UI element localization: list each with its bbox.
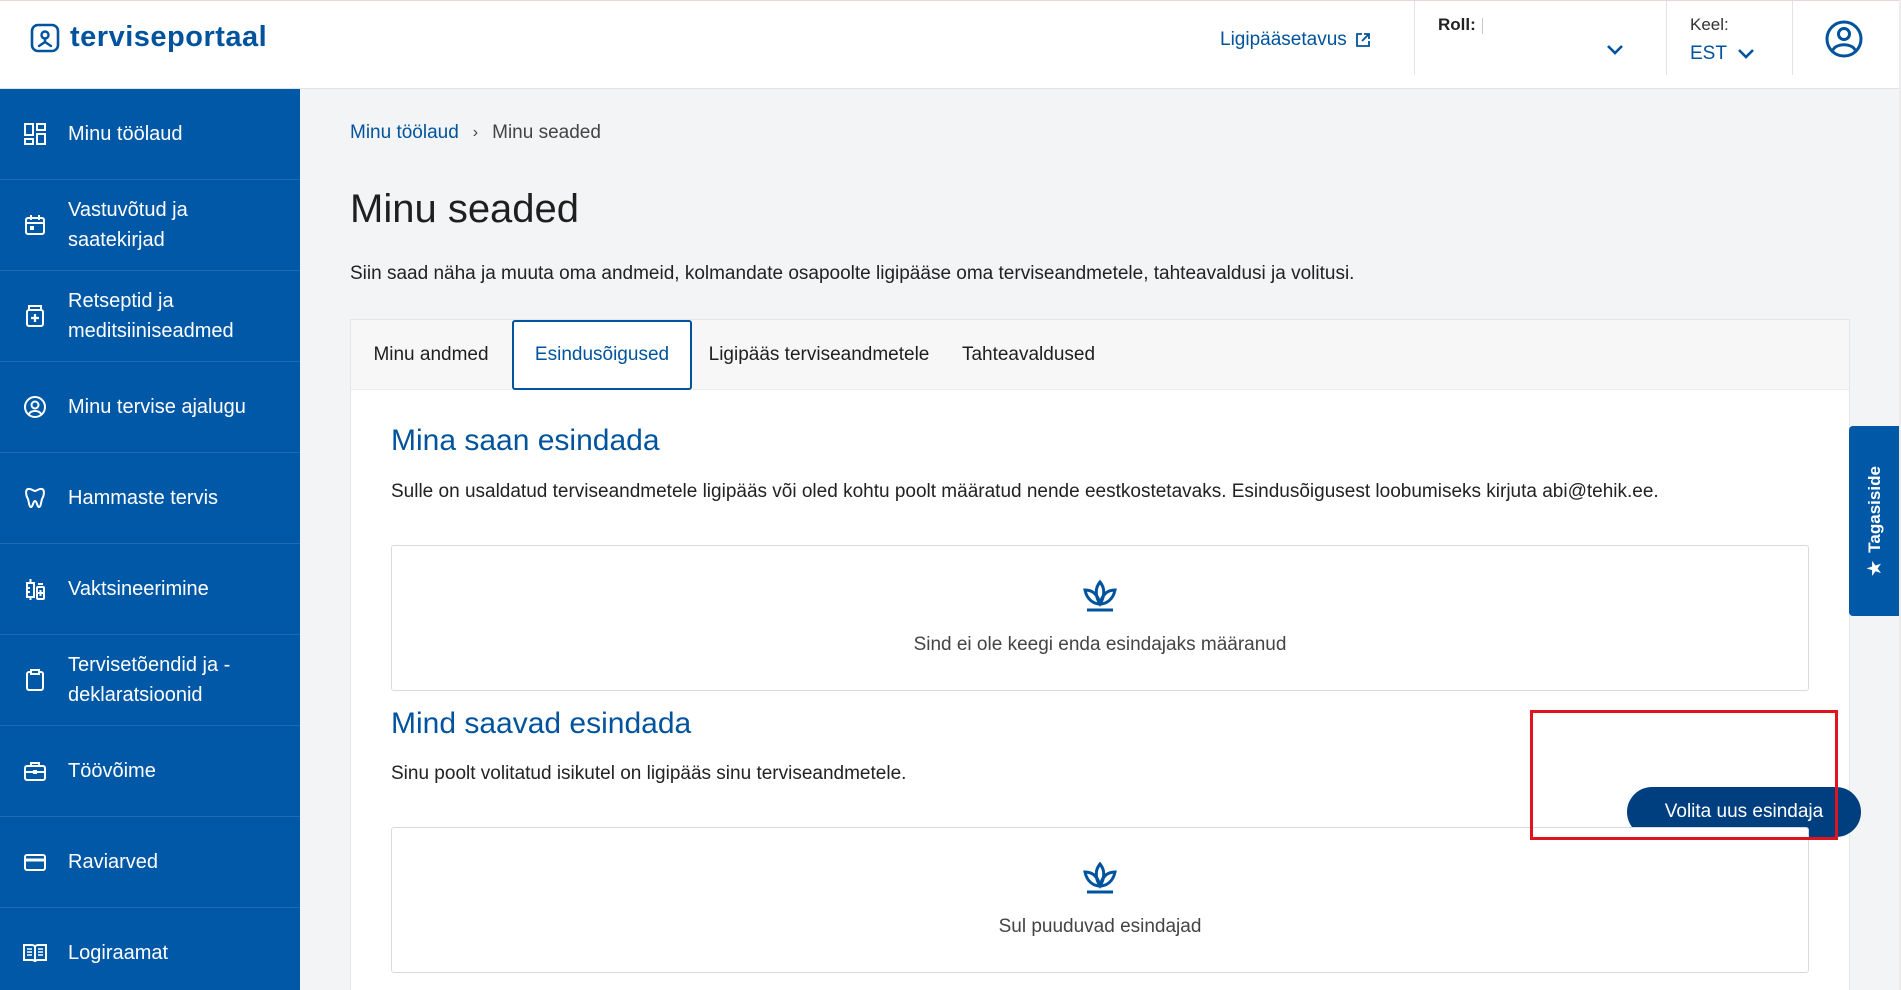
empty-state-box: Sind ei ole keegi enda esindajaks määran… bbox=[391, 545, 1809, 691]
logo[interactable]: terviseportaal bbox=[30, 21, 267, 54]
sidebar-item-label: Vaktsineerimine bbox=[68, 578, 209, 600]
brand-name: terviseportaal bbox=[70, 21, 268, 53]
prescription-icon bbox=[22, 303, 48, 329]
settings-card: Minu andmed Esindusõigused Ligipääs terv… bbox=[350, 319, 1861, 990]
external-link-icon bbox=[1355, 33, 1370, 47]
tab-my-data[interactable]: Minu andmed bbox=[351, 320, 511, 390]
sidebar-item-logbook[interactable]: Logiraamat bbox=[0, 908, 300, 990]
page-intro: Siin saad näha ja muuta oma andmeid, kol… bbox=[350, 263, 1355, 284]
empty-state-message: Sul puuduvad esindajad bbox=[998, 916, 1202, 937]
section-title-can-represent-me: Mind saavad esindada bbox=[391, 707, 692, 740]
top-header: terviseportaal Ligipääsetavus Roll: Keel… bbox=[0, 0, 1901, 89]
sidebar-item-invoices[interactable]: Raviarved bbox=[0, 817, 300, 908]
book-icon bbox=[22, 940, 48, 966]
breadcrumb: Minu töölaud › Minu seaded bbox=[350, 122, 601, 144]
sidebar-item-label: Vastuvõtud ja saatekirjad bbox=[68, 199, 188, 251]
briefcase-icon bbox=[22, 758, 48, 784]
empty-state-box: Sul puuduvad esindajad bbox=[391, 827, 1809, 973]
star-icon: ★ bbox=[1865, 560, 1884, 576]
tooth-icon bbox=[22, 485, 48, 511]
user-account-icon[interactable] bbox=[1824, 19, 1864, 59]
sidebar-item-work-ability[interactable]: Töövõime bbox=[0, 726, 300, 817]
section-text-can-represent-me: Sinu poolt volitatud isikutel on ligipää… bbox=[391, 763, 907, 784]
header-divider bbox=[1666, 1, 1667, 75]
sidebar-item-label: Minu tervise ajalugu bbox=[68, 396, 246, 418]
language-value: EST bbox=[1690, 43, 1727, 64]
accessibility-link[interactable]: Ligipääsetavus bbox=[1220, 29, 1371, 51]
highlight-box bbox=[1530, 710, 1838, 840]
tab-health-data-access[interactable]: Ligipääs terviseandmetele bbox=[699, 320, 939, 390]
sidebar-item-label: Minu töölaud bbox=[68, 123, 183, 145]
section-title-i-can-represent: Mina saan esindada bbox=[391, 424, 660, 457]
role-label: Roll: bbox=[1438, 15, 1476, 34]
sidebar-item-certificates[interactable]: Tervisetõendid ja -deklaratsioonid bbox=[0, 635, 300, 726]
card-icon bbox=[22, 849, 48, 875]
logo-icon bbox=[30, 23, 60, 52]
feedback-label: Tagasiside bbox=[1865, 466, 1884, 553]
clipboard-icon bbox=[22, 667, 48, 693]
feedback-tab[interactable]: ★ Tagasiside bbox=[1849, 426, 1901, 616]
sidebar-item-health-history[interactable]: Minu tervise ajalugu bbox=[0, 362, 300, 453]
sidebar-item-label: Töövõime bbox=[68, 760, 156, 782]
tab-declarations-of-intent[interactable]: Tahteavaldused bbox=[941, 320, 1116, 390]
sidebar-item-dental[interactable]: Hammaste tervis bbox=[0, 453, 300, 544]
language-selector[interactable]: EST bbox=[1690, 43, 1755, 65]
breadcrumb-separator: › bbox=[472, 124, 479, 141]
tab-bar: Minu andmed Esindusõigused Ligipääs terv… bbox=[351, 320, 1849, 390]
language-label: Keel: bbox=[1690, 15, 1729, 34]
header-divider bbox=[1792, 1, 1793, 75]
sidebar-item-label: Tervisetõendid ja -deklaratsioonid bbox=[68, 654, 231, 706]
sidebar-item-label: Logiraamat bbox=[68, 942, 169, 964]
tab-representation-rights[interactable]: Esindusõigused bbox=[512, 320, 692, 390]
vaccine-icon bbox=[22, 576, 48, 602]
accessibility-link-label: Ligipääsetavus bbox=[1220, 29, 1347, 50]
page-title: Minu seaded bbox=[350, 187, 580, 231]
person-circle-icon bbox=[22, 394, 48, 420]
sidebar-item-label: Raviarved bbox=[68, 851, 159, 873]
sidebar-item-vaccination[interactable]: Vaktsineerimine bbox=[0, 544, 300, 635]
sidebar-item-label: Retseptid ja meditsiiniseadmed bbox=[68, 290, 234, 342]
role-selector-label: Roll: bbox=[1438, 15, 1483, 35]
empty-state-message: Sind ei ole keegi enda esindajaks määran… bbox=[913, 634, 1287, 655]
calendar-icon bbox=[22, 212, 48, 238]
sidebar-item-label: Hammaste tervis bbox=[68, 487, 219, 509]
plant-icon bbox=[1083, 579, 1117, 612]
breadcrumb-home-link[interactable]: Minu töölaud bbox=[350, 122, 459, 144]
section-text-i-can-represent: Sulle on usaldatud terviseandmetele ligi… bbox=[391, 481, 1659, 502]
dashboard-icon bbox=[22, 121, 48, 147]
sidebar-item-prescriptions[interactable]: Retseptid ja meditsiiniseadmed bbox=[0, 271, 300, 362]
sidebar-item-dashboard[interactable]: Minu töölaud bbox=[0, 89, 300, 180]
language-chevron-down-icon bbox=[1738, 49, 1754, 59]
role-chevron-down-icon[interactable] bbox=[1605, 43, 1625, 57]
main-content: Minu töölaud › Minu seaded Minu seaded S… bbox=[300, 89, 1901, 990]
sidebar-item-appointments[interactable]: Vastuvõtud ja saatekirjad bbox=[0, 180, 300, 271]
plant-icon bbox=[1083, 861, 1117, 894]
header-divider bbox=[1414, 1, 1415, 75]
sidebar: Minu töölaud Vastuvõtud ja saatekirjad R… bbox=[0, 89, 300, 990]
breadcrumb-current: Minu seaded bbox=[492, 122, 601, 143]
